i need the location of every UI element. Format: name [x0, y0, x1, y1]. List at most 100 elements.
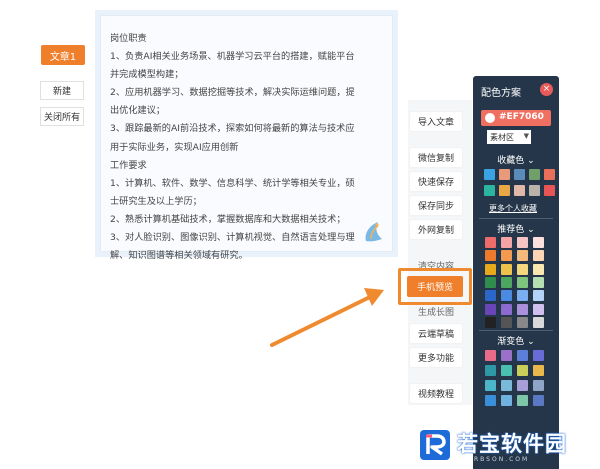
- watermark-brand: 若宝软件园: [457, 432, 567, 456]
- color-swatch[interactable]: [533, 250, 544, 262]
- color-swatch[interactable]: [517, 303, 528, 315]
- import-article-button[interactable]: 导入文章: [410, 112, 462, 131]
- color-swatch[interactable]: [501, 276, 512, 288]
- color-swatch[interactable]: [533, 316, 544, 328]
- tab-article-1[interactable]: 文章1: [41, 45, 85, 65]
- gradient-heading[interactable]: 渐变色 ⌄: [473, 334, 559, 347]
- doc-line: 2、应用机器学习、数据挖掘等技术，解决实际运维问题，提: [110, 87, 355, 99]
- color-swatch[interactable]: [517, 263, 528, 275]
- color-scheme-panel: 配色方案 × #EF7060 素材区 ▼ 收藏色 ⌄ 更多个人收藏 推荐色 ⌄ …: [473, 76, 559, 469]
- gradient-swatch[interactable]: [485, 395, 496, 406]
- gradient-swatch[interactable]: [533, 380, 544, 391]
- current-color-hex: #EF7060: [499, 112, 544, 122]
- color-swatch[interactable]: [517, 290, 528, 302]
- document-preview: 岗位职责 1、负责AI相关业务场景、机器学习云平台的搭建，赋能平台 并完成模型构…: [95, 10, 398, 261]
- gradient-swatch[interactable]: [485, 365, 496, 376]
- color-swatch[interactable]: [529, 169, 540, 180]
- gradient-swatch[interactable]: [501, 350, 512, 361]
- color-swatch[interactable]: [485, 276, 496, 288]
- color-swatch[interactable]: [499, 185, 510, 196]
- color-swatch[interactable]: [485, 290, 496, 302]
- doc-line: 2、熟悉计算机基础技术，掌握数据库和大数据相关技术；: [110, 213, 346, 225]
- color-swatch[interactable]: [529, 185, 540, 196]
- color-swatch[interactable]: [501, 303, 512, 315]
- color-swatch[interactable]: [533, 263, 544, 275]
- color-swatch[interactable]: [533, 303, 544, 315]
- color-swatch[interactable]: [514, 169, 525, 180]
- document-body[interactable]: 岗位职责 1、负责AI相关业务场景、机器学习云平台的搭建，赋能平台 并完成模型构…: [100, 15, 393, 261]
- color-swatch[interactable]: [501, 316, 512, 328]
- favorites-heading[interactable]: 收藏色 ⌄: [473, 153, 559, 166]
- color-swatch[interactable]: [501, 250, 512, 262]
- gradient-swatch[interactable]: [517, 395, 528, 406]
- save-sync-button[interactable]: 保存同步: [410, 196, 462, 215]
- doc-line: 出优化建议；: [110, 105, 166, 117]
- mobile-preview-button[interactable]: 手机预览: [407, 276, 463, 297]
- more-functions-button[interactable]: 更多功能: [410, 348, 462, 367]
- gradient-swatch[interactable]: [485, 350, 496, 361]
- wechat-copy-button[interactable]: 微信复制: [410, 148, 462, 167]
- color-swatch[interactable]: [517, 237, 528, 248]
- brand-logo-icon: [420, 430, 450, 460]
- color-swatch[interactable]: [533, 290, 544, 302]
- color-swatch[interactable]: [485, 237, 496, 248]
- gradient-swatch[interactable]: [533, 395, 544, 406]
- gradient-swatch[interactable]: [517, 350, 528, 361]
- color-swatch[interactable]: [533, 237, 544, 248]
- color-swatch[interactable]: [485, 263, 496, 275]
- material-select[interactable]: 素材区 ▼: [487, 130, 531, 144]
- color-swatch[interactable]: [501, 263, 512, 275]
- gradient-swatch[interactable]: [517, 365, 528, 376]
- gradient-swatch[interactable]: [485, 380, 496, 391]
- more-favorites-link[interactable]: 更多个人收藏: [489, 203, 537, 214]
- color-swatch[interactable]: [484, 169, 495, 180]
- doc-line: 3、对人脸识别、图像识别、计算机视觉、自然语言处理与理: [110, 232, 355, 244]
- panel-title: 配色方案: [481, 88, 521, 99]
- external-copy-button[interactable]: 外网复制: [410, 220, 462, 239]
- color-swatch[interactable]: [544, 169, 555, 180]
- color-swatch[interactable]: [517, 276, 528, 288]
- gradient-swatch[interactable]: [533, 350, 544, 361]
- quick-save-button[interactable]: 快速保存: [410, 172, 462, 191]
- color-swatch[interactable]: [485, 316, 496, 328]
- gradient-swatch[interactable]: [501, 365, 512, 376]
- color-swatch[interactable]: [544, 185, 555, 196]
- color-swatch[interactable]: [484, 185, 495, 196]
- highlight-frame: 手机预览: [398, 268, 472, 305]
- color-swatch[interactable]: [485, 250, 496, 262]
- gradient-swatch[interactable]: [517, 380, 528, 391]
- gradient-swatch[interactable]: [533, 365, 544, 376]
- divider: [479, 218, 553, 219]
- document-text: 岗位职责 1、负责AI相关业务场景、机器学习云平台的搭建，赋能平台 并完成模型构…: [110, 30, 392, 265]
- color-swatch[interactable]: [517, 316, 528, 328]
- doc-line: 3、跟踪最新的AI前沿技术，探索如何将最新的算法与技术应: [110, 123, 355, 135]
- material-select-value: 素材区: [490, 132, 514, 142]
- close-all-button[interactable]: 关闭所有: [40, 107, 84, 126]
- color-dot-icon: [485, 113, 495, 123]
- watermark-url: RBSON.COM: [474, 456, 530, 463]
- new-button[interactable]: 新建: [40, 81, 84, 100]
- color-swatch[interactable]: [485, 303, 496, 315]
- gradient-swatch[interactable]: [501, 380, 512, 391]
- doc-line: 1、计算机、软件、数学、信息科学、统计学等相关专业，硕: [110, 177, 355, 189]
- current-color-field[interactable]: #EF7060: [481, 110, 551, 126]
- color-swatch[interactable]: [533, 276, 544, 288]
- color-swatch[interactable]: [499, 169, 510, 180]
- doc-line: 工作要求: [110, 159, 147, 171]
- color-swatch[interactable]: [501, 290, 512, 302]
- doc-line: 并完成模型构建；: [110, 69, 184, 81]
- video-tutorial-button[interactable]: 视频教程: [410, 384, 462, 403]
- close-icon[interactable]: ×: [540, 83, 553, 96]
- gradient-swatch[interactable]: [501, 395, 512, 406]
- recommended-heading[interactable]: 推荐色 ⌄: [473, 222, 559, 235]
- color-swatch[interactable]: [501, 237, 512, 248]
- color-swatch[interactable]: [517, 250, 528, 262]
- divider: [479, 330, 553, 331]
- decoration-icon: [365, 222, 382, 242]
- chevron-down-icon: ▼: [523, 132, 529, 140]
- color-swatch[interactable]: [514, 185, 525, 196]
- cloud-draft-button[interactable]: 云端草稿: [410, 324, 462, 343]
- doc-line: 士研究生及以上学历；: [110, 195, 202, 207]
- doc-line: 1、负责AI相关业务场景、机器学习云平台的搭建，赋能平台: [110, 51, 355, 63]
- doc-line: 用于实际业务，实现AI应用创新: [110, 141, 239, 153]
